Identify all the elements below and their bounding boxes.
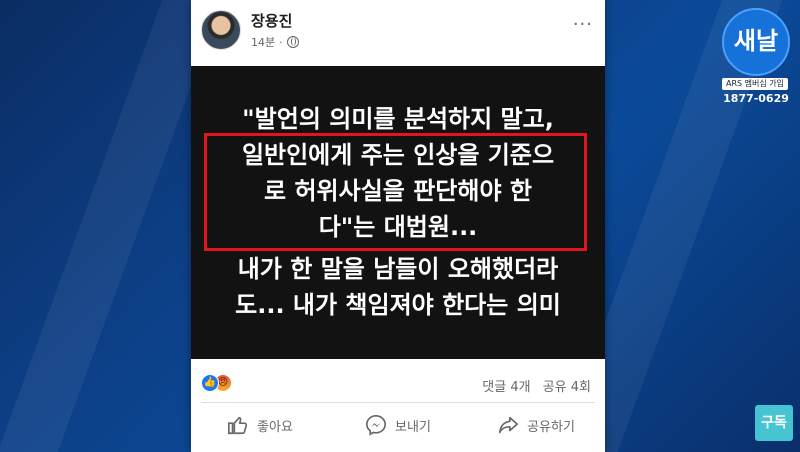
thumbs-up-icon bbox=[228, 416, 248, 435]
post-time[interactable]: 14분 bbox=[251, 34, 275, 50]
quote-line-5: 내가 한 말을 남들이 오해했더라 bbox=[237, 255, 559, 283]
background-stripe bbox=[0, 0, 223, 452]
globe-icon bbox=[286, 36, 299, 48]
channel-logo: 새날 bbox=[722, 8, 790, 76]
reactions-bar: 👍 😠 댓글 4개 공유 4회 bbox=[191, 368, 605, 398]
phone-number: 1877-0629 bbox=[723, 92, 789, 105]
quote-line-6: 도... 내가 책임져야 한다는 의미 bbox=[235, 291, 561, 319]
like-button[interactable]: 좋아요 bbox=[191, 405, 329, 445]
messenger-icon bbox=[366, 415, 387, 436]
post-meta: 14분 · bbox=[251, 34, 299, 50]
shares-count[interactable]: 공유 4회 bbox=[543, 380, 591, 395]
send-label: 보내기 bbox=[395, 419, 431, 435]
share-label: 공유하기 bbox=[527, 419, 575, 435]
like-reaction-icon[interactable]: 👍 bbox=[201, 374, 219, 392]
ars-membership-badge: ARS 멤버십 가입 bbox=[722, 78, 788, 90]
author-name[interactable]: 장용진 bbox=[251, 10, 292, 31]
post-header: 장용진 14분 · ··· bbox=[191, 0, 605, 60]
send-button[interactable]: 보내기 bbox=[329, 405, 467, 445]
share-button[interactable]: 공유하기 bbox=[467, 405, 605, 445]
facebook-post-card: 장용진 14분 · ··· "발언의 의미를 분석하지 말고, 일반인에게 주는… bbox=[191, 0, 605, 452]
subscribe-button[interactable]: 구독 bbox=[755, 405, 793, 441]
highlight-box bbox=[204, 133, 587, 251]
more-options-button[interactable]: ··· bbox=[573, 14, 593, 35]
like-label: 좋아요 bbox=[257, 419, 293, 435]
action-bar: 좋아요 보내기 공유하기 bbox=[191, 405, 605, 445]
divider bbox=[201, 402, 595, 403]
share-arrow-icon bbox=[499, 416, 519, 434]
avatar[interactable] bbox=[201, 10, 241, 50]
post-image[interactable]: "발언의 의미를 분석하지 말고, 일반인에게 주는 인상을 기준으 로 허위사… bbox=[191, 66, 605, 359]
engagement-counts: 댓글 4개 공유 4회 bbox=[474, 376, 591, 395]
comments-count[interactable]: 댓글 4개 bbox=[482, 380, 530, 395]
dot-separator: · bbox=[279, 35, 283, 49]
quote-line-1: "발언의 의미를 분석하지 말고, bbox=[242, 105, 554, 133]
